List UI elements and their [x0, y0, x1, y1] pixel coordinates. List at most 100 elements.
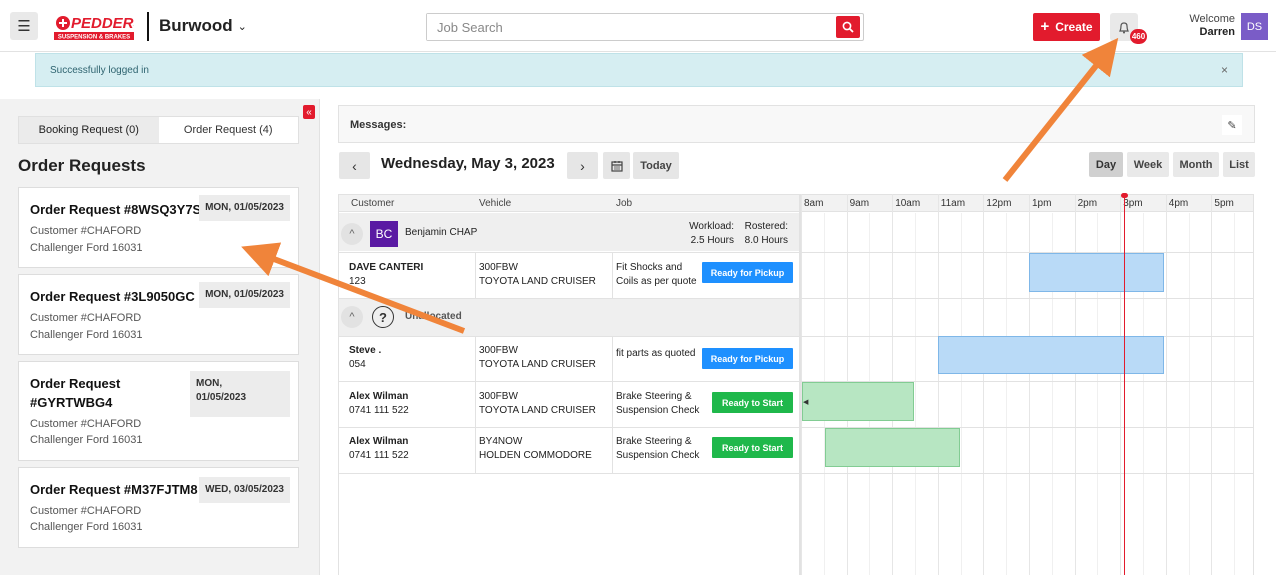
prev-day-button[interactable]: ‹: [339, 152, 370, 179]
rostered-value: 8.0 Hours: [744, 235, 788, 246]
search-button[interactable]: [836, 16, 860, 38]
success-alert: Successfully logged in ×: [35, 53, 1243, 87]
column-customer: Customer: [351, 198, 395, 209]
cell-divider: [612, 337, 613, 381]
job-customer[interactable]: DAVE CANTERI 123: [349, 261, 423, 289]
customer-name: Steve .: [349, 345, 382, 356]
order-request-card[interactable]: Order Request #GYRTWBG4 MON, 01/05/2023 …: [18, 361, 299, 461]
branch-selector[interactable]: Burwood ⌄: [159, 16, 247, 36]
job-line: Coils as per quote: [616, 276, 697, 287]
card-title: Order Request #M37FJTM8: [30, 482, 198, 497]
bar-left-arrow-icon: ◀: [803, 399, 809, 406]
chevron-down-icon: ⌄: [237, 20, 247, 33]
hour-label: 8am: [804, 198, 824, 209]
job-line: Suspension Check: [616, 450, 700, 461]
next-day-button[interactable]: ›: [567, 152, 598, 179]
card-customer: Customer #CHAFORD: [30, 225, 142, 237]
pedders-logo[interactable]: PEDDERS SUSPENSION & BRAKES: [54, 13, 144, 41]
tab-booking-request[interactable]: Booking Request (0): [19, 117, 159, 143]
menu-icon[interactable]: ☰: [10, 12, 38, 40]
unallocated-label: Unallocated: [405, 311, 462, 322]
job-line: Brake Steering &: [616, 436, 692, 447]
order-request-card[interactable]: Order Request #8WSQ3Y7S MON, 01/05/2023 …: [18, 187, 299, 268]
edit-pencil-icon[interactable]: ✎: [1222, 115, 1242, 135]
hour-label: 11am: [940, 198, 966, 209]
schedule-bar-job-4[interactable]: [825, 428, 960, 467]
user-name: Darren: [1199, 26, 1235, 38]
row-separator: [339, 381, 1253, 382]
customer-name: Alex Wilman: [349, 391, 409, 402]
hour-label: 10am: [895, 198, 921, 209]
collapse-group-icon[interactable]: ^: [341, 306, 363, 328]
vehicle-model: HOLDEN COMMODORE: [479, 450, 592, 461]
half-hour-gridline: [1006, 213, 1008, 575]
card-title: Order Request #8WSQ3Y7S: [30, 202, 202, 217]
customer-name: Alex Wilman: [349, 436, 409, 447]
customer-phone: 0741 111 522: [349, 450, 409, 461]
chevron-right-icon: ›: [580, 157, 585, 174]
order-request-card[interactable]: Order Request #3L9050GC MON, 01/05/2023 …: [18, 274, 299, 355]
collapse-panel-icon[interactable]: «: [303, 105, 315, 119]
schedule-bar-job-3[interactable]: [802, 382, 914, 421]
status-ready-for-pickup[interactable]: Ready for Pickup: [702, 262, 793, 283]
card-date: MON, 01/05/2023: [199, 195, 290, 221]
current-time-line: [1124, 196, 1125, 575]
job-customer[interactable]: Steve . 054: [349, 344, 381, 372]
status-ready-to-start[interactable]: Ready to Start: [712, 392, 793, 413]
job-line: Brake Steering &: [616, 391, 692, 402]
calendar-button[interactable]: [603, 152, 630, 179]
customer-phone: 123: [349, 276, 366, 287]
card-title-line: #GYRTWBG4: [30, 395, 113, 410]
jobs-table-header: [339, 194, 799, 212]
view-day-button[interactable]: Day: [1089, 152, 1123, 177]
card-customer: Customer #CHAFORD: [30, 418, 142, 430]
create-label: Create: [1055, 20, 1093, 34]
job-customer[interactable]: Alex Wilman 0741 111 522: [349, 390, 409, 418]
close-icon[interactable]: ×: [1221, 63, 1228, 77]
order-request-card[interactable]: Order Request #M37FJTM8 WED, 03/05/2023 …: [18, 467, 299, 548]
cell-divider: [475, 382, 476, 427]
view-week-button[interactable]: Week: [1127, 152, 1169, 177]
card-date: WED, 03/05/2023: [199, 477, 290, 503]
user-avatar[interactable]: DS: [1241, 13, 1268, 40]
card-title: Order Request #3L9050GC: [30, 289, 195, 304]
half-hour-gridline: [960, 213, 962, 575]
card-title: Order Request #GYRTWBG4: [30, 374, 120, 412]
cell-divider: [612, 253, 613, 298]
job-vehicle: 300FBW TOYOTA LAND CRUISER: [479, 261, 596, 289]
technician-name: Benjamin CHAP: [405, 227, 478, 238]
card-title-line: Order Request: [30, 376, 121, 391]
workload-value: 2.5 Hours: [690, 235, 734, 246]
search-input[interactable]: [427, 14, 827, 40]
timeline-border: [1253, 194, 1254, 575]
today-button[interactable]: Today: [633, 152, 679, 179]
hour-label: 12pm: [986, 198, 1012, 209]
current-date: Wednesday, May 3, 2023: [381, 155, 555, 172]
logo-divider: [147, 12, 149, 41]
rostered-label: Rostered:: [744, 221, 788, 232]
view-list-button[interactable]: List: [1223, 152, 1255, 177]
request-tabs: Booking Request (0) Order Request (4): [18, 116, 299, 144]
workload-label: Workload:: [689, 221, 734, 232]
cell-divider: [475, 337, 476, 381]
tab-order-request[interactable]: Order Request (4): [158, 117, 298, 143]
collapse-group-icon[interactable]: ^: [341, 223, 363, 245]
card-date-line: 01/05/2023: [196, 392, 247, 403]
vehicle-model: TOYOTA LAND CRUISER: [479, 405, 596, 416]
job-customer[interactable]: Alex Wilman 0741 111 522: [349, 435, 409, 463]
job-search: [426, 13, 864, 41]
chevron-left-icon: ‹: [352, 157, 357, 174]
hour-label: 2pm: [1077, 198, 1098, 209]
cell-divider: [475, 428, 476, 473]
card-customer: Customer #CHAFORD: [30, 505, 142, 517]
status-ready-to-start[interactable]: Ready to Start: [712, 437, 793, 458]
hour-label: 1pm: [1032, 198, 1052, 209]
half-hour-gridline: [915, 213, 916, 575]
schedule-bar-job-2[interactable]: [938, 336, 1164, 374]
job-line: Suspension Check: [616, 405, 700, 416]
status-ready-for-pickup[interactable]: Ready for Pickup: [702, 348, 793, 369]
view-month-button[interactable]: Month: [1173, 152, 1219, 177]
create-button[interactable]: + Create: [1033, 13, 1100, 41]
schedule-bar-job-1[interactable]: [1029, 253, 1164, 292]
rostered: Rostered: 8.0 Hours: [738, 220, 788, 248]
